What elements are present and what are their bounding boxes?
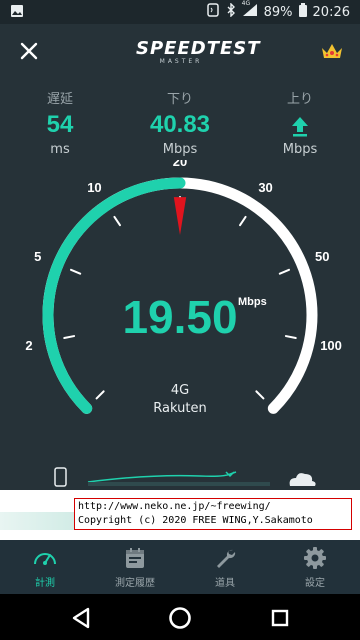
speedometer-icon (34, 553, 56, 565)
cloud-icon (289, 473, 316, 486)
app-bar: SPEEDTEST MASTER (0, 24, 360, 80)
gauge-tick-label: 5 (34, 249, 41, 264)
back-icon (72, 607, 90, 629)
tab-measure-label: 計測 (35, 578, 55, 589)
network-type: 4G (170, 383, 190, 398)
upload-label: 上り (286, 92, 313, 107)
current-speed: 19.50 (0, 290, 360, 344)
gear-icon (304, 547, 326, 569)
network-info: 4G Rakuten (0, 382, 360, 418)
upload-unit: Mbps (282, 142, 318, 157)
ping-stat: 遅延 54 ms (15, 88, 105, 157)
tab-measure[interactable]: 計測 (0, 546, 90, 589)
status-bar: 4G 89% 20:26 (0, 0, 360, 24)
bluetooth-icon (226, 2, 236, 21)
gauge-tick-label: 10 (87, 180, 101, 195)
copyright-box: http://www.neko.ne.jp/~freewing/ Copyrig… (74, 498, 352, 530)
logo-text: SPEEDTEST (136, 38, 261, 59)
ping-unit: ms (50, 142, 70, 157)
download-unit: Mbps (162, 142, 198, 157)
phone-icon (54, 467, 67, 487)
battery-percent: 89% (263, 4, 293, 20)
signal-icon: 4G (241, 0, 258, 21)
network-type-label: 4G (241, 0, 251, 7)
graph-line (87, 471, 237, 483)
recents-button[interactable] (266, 604, 294, 632)
close-button[interactable] (18, 40, 40, 62)
gauge-tick-mark (278, 268, 291, 275)
ping-value: 54 (46, 111, 74, 138)
tab-history[interactable]: 測定履歴 (90, 546, 180, 589)
upload-icon (255, 110, 345, 140)
tab-tools[interactable]: 道具 (180, 546, 270, 589)
home-icon (169, 607, 191, 629)
result-stats: 遅延 54 ms 下り 40.83 Mbps 上り Mbps (0, 88, 360, 160)
carrier-name: Rakuten (153, 401, 207, 416)
back-button[interactable] (68, 604, 96, 632)
tab-settings-label: 設定 (305, 578, 325, 589)
nfc-icon (206, 3, 220, 21)
crown-icon (322, 44, 342, 58)
app-logo: SPEEDTEST MASTER (136, 38, 261, 66)
gauge-tick-label: 50 (315, 249, 329, 264)
current-speed-unit: Mbps (238, 296, 267, 308)
speed-graph (0, 462, 360, 490)
ping-label: 遅延 (46, 92, 73, 107)
system-nav-bar (0, 594, 360, 640)
current-speed-value: 19.50 (122, 291, 238, 343)
tab-tools-label: 道具 (215, 578, 235, 589)
gauge-needle (173, 197, 187, 235)
gauge-tick-mark (239, 215, 247, 227)
gallery-notification-icon (10, 4, 24, 22)
gauge-tick-mark (113, 215, 121, 227)
copyright-overlay: http://www.neko.ne.jp/~freewing/ Copyrig… (0, 490, 360, 540)
recents-icon (271, 609, 289, 627)
logo-subtext: MASTER (159, 58, 203, 65)
copyright-url: http://www.neko.ne.jp/~freewing/ (78, 501, 271, 512)
battery-icon (298, 3, 307, 21)
download-stat: 下り 40.83 Mbps (135, 88, 225, 157)
download-label: 下り (166, 92, 193, 107)
overlay-blur (0, 512, 74, 530)
tab-history-label: 測定履歴 (115, 578, 155, 589)
gauge-tick-mark (69, 268, 82, 275)
gauge-tick-label: 30 (258, 180, 272, 195)
gauge-tick-label: 20 (173, 160, 187, 169)
wrench-icon (217, 549, 236, 568)
clock: 20:26 (312, 4, 350, 20)
close-icon (20, 42, 38, 60)
download-value: 40.83 (149, 111, 211, 138)
premium-crown-button[interactable] (320, 42, 344, 60)
tab-settings[interactable]: 設定 (270, 546, 360, 589)
calendar-icon (126, 548, 144, 568)
copyright-text: Copyright (c) 2020 FREE WING,Y.Sakamoto (78, 515, 313, 526)
home-button[interactable] (166, 604, 194, 632)
bottom-tab-bar: 計測 測定履歴 道具 設定 (0, 540, 360, 594)
upload-stat: 上り Mbps (255, 88, 345, 157)
